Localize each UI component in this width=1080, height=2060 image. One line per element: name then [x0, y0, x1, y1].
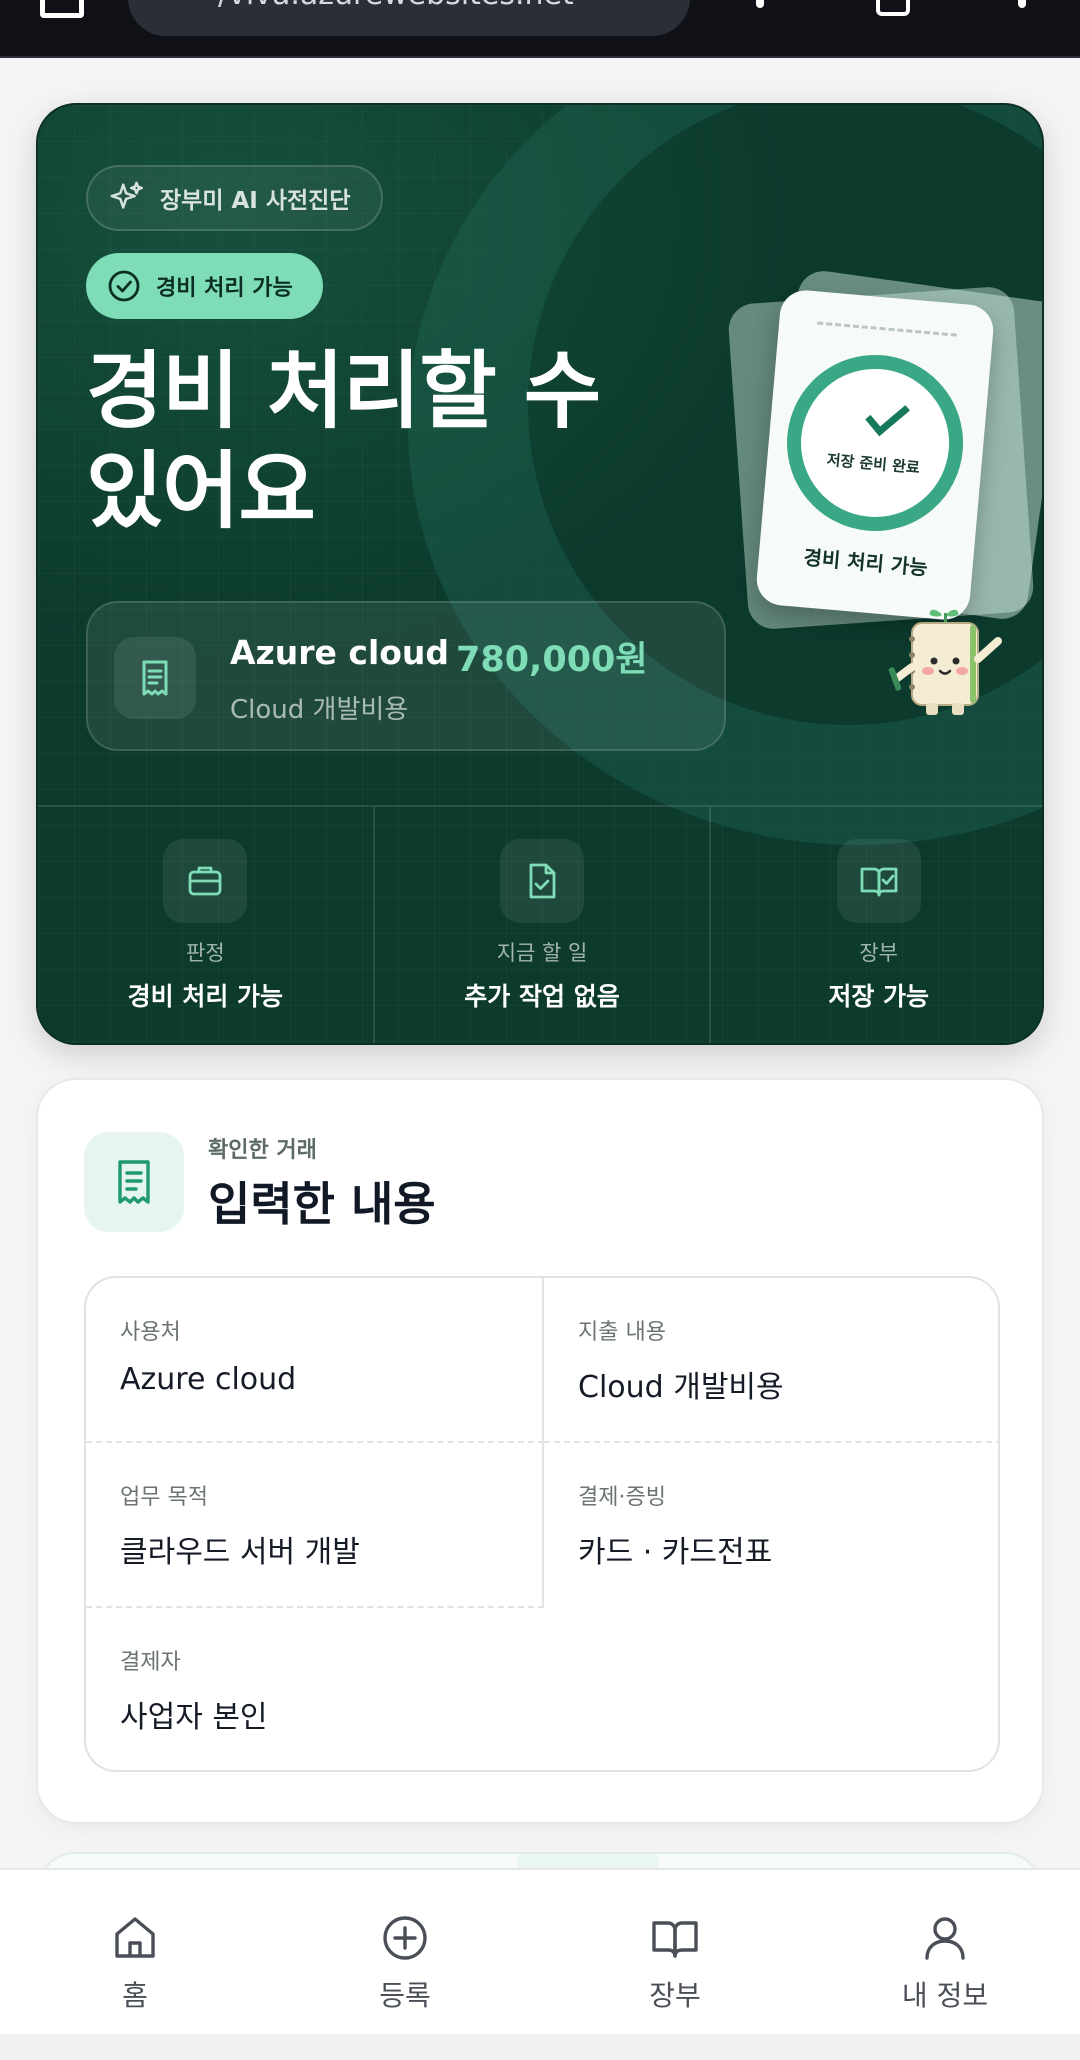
summary-amount: 780,000원 [456, 640, 648, 680]
stat-label: 지금 할 일 [496, 941, 588, 965]
nav-label: 내 정보 [901, 1979, 989, 2012]
field-merchant: 사용처 Azure cloud [86, 1278, 544, 1443]
summary-vendor: Azure cloud [230, 633, 450, 672]
transaction-summary: Azure cloud 780,000원 Cloud 개발비용 [86, 601, 726, 751]
book-icon [652, 1921, 698, 1958]
system-gesture-bar [0, 2034, 1080, 2060]
field-label: 결제자 [120, 1650, 181, 1675]
nav-label: 홈 [122, 1979, 148, 2012]
receipt-icon [84, 1132, 184, 1232]
field-business-purpose: 업무 목적 클라우드 서버 개발 [86, 1443, 544, 1608]
summary-description: Cloud 개발비용 [230, 695, 409, 725]
illustration-card-label: 경비 처리 가능 [802, 545, 929, 580]
more-menu-icon[interactable] [1018, 0, 1026, 8]
field-value: 사업자 본인 [120, 1700, 268, 1735]
field-label: 결제·증빙 [578, 1485, 666, 1510]
notebook-mascot-icon [888, 609, 1002, 715]
stat-value: 저장 가능 [828, 982, 930, 1011]
diagnosis-hero-card: 장부미 AI 사전진단 경비 처리 가능 경비 처리할 수 있어요 Azure … [36, 103, 1044, 1045]
title-line-1: 경비 처리할 수 [86, 342, 601, 440]
nav-item-ledger[interactable]: 장부 [540, 1870, 810, 2034]
nav-label: 장부 [649, 1979, 701, 2012]
address-bar-url: /viva.azurewebsites.net [218, 0, 658, 12]
book-check-icon [836, 839, 921, 923]
field-value: 카드 · 카드전표 [578, 1535, 773, 1570]
tabs-icon[interactable] [40, 0, 84, 18]
field-label: 사용처 [120, 1320, 181, 1345]
plus-circle-icon [383, 1916, 427, 1960]
page-title: 경비 처리할 수 있어요 [86, 341, 646, 541]
stat-label: 장부 [859, 941, 898, 965]
browser-toolbar: /viva.azurewebsites.net [0, 0, 1080, 58]
ready-illustration-card: 저장 준비 완료 경비 처리 가능 [754, 288, 996, 622]
verdict-stats-row: 판정 경비 처리 가능 지금 할 일 추가 작업 없음 장부 저장 가능 [38, 805, 1042, 1043]
checkmark-icon [865, 393, 910, 437]
nav-label: 등록 [379, 1979, 431, 2012]
nav-item-profile[interactable]: 내 정보 [810, 1870, 1080, 2034]
home-icon [115, 1917, 155, 1958]
section-title: 입력한 내용 [208, 1177, 436, 1231]
ring-label: 저장 준비 완료 [825, 450, 921, 477]
nav-item-home[interactable]: 홈 [0, 1870, 270, 2034]
field-payment-proof: 결제·증빙 카드 · 카드전표 [544, 1443, 998, 1608]
briefcase-icon [163, 839, 248, 923]
bottom-navigation: 홈 등록 장부 내 정보 [0, 1868, 1080, 2034]
document-check-icon [500, 839, 584, 923]
field-value: Azure cloud [120, 1362, 297, 1397]
field-value: 클라우드 서버 개발 [120, 1535, 360, 1570]
status-badge-label: 경비 처리 가능 [156, 276, 293, 301]
stat-value: 추가 작업 없음 [464, 982, 620, 1011]
nav-item-register[interactable]: 등록 [270, 1870, 540, 2034]
illustration-dashed-line [817, 321, 957, 337]
receipt-icon [114, 637, 196, 719]
details-grid: 사용처 Azure cloud 지출 내용 Cloud 개발비용 업무 목적 클… [84, 1276, 1000, 1772]
tab-switcher-icon[interactable] [876, 0, 910, 16]
ai-diagnosis-chip: 장부미 AI 사전진단 [86, 165, 383, 231]
add-tab-icon[interactable] [756, 0, 764, 8]
entered-details-card: 확인한 거래 입력한 내용 사용처 Azure cloud 지출 내용 Clou… [36, 1078, 1044, 1824]
field-expense-content: 지출 내용 Cloud 개발비용 [544, 1278, 998, 1443]
field-label: 업무 목적 [120, 1485, 208, 1510]
ai-chip-label: 장부미 AI 사전진단 [160, 188, 351, 214]
stat-verdict: 판정 경비 처리 가능 [38, 807, 375, 1043]
sparkle-icon [110, 181, 143, 209]
field-label: 지출 내용 [578, 1320, 666, 1345]
field-value: Cloud 개발비용 [578, 1370, 784, 1405]
field-payer: 결제자 사업자 본인 [86, 1608, 998, 1770]
address-bar[interactable]: /viva.azurewebsites.net [128, 0, 690, 36]
stat-ledger: 장부 저장 가능 [711, 807, 1042, 1043]
user-icon [925, 1917, 965, 1960]
stat-next-action: 지금 할 일 추가 작업 없음 [375, 807, 712, 1043]
progress-ring: 저장 준비 완료 [779, 347, 971, 539]
stat-label: 판정 [186, 941, 225, 965]
stat-value: 경비 처리 가능 [127, 982, 284, 1011]
title-line-2: 있어요 [86, 442, 316, 540]
check-circle-icon [108, 270, 140, 302]
status-badge: 경비 처리 가능 [86, 253, 323, 319]
section-kicker: 확인한 거래 [208, 1138, 317, 1163]
